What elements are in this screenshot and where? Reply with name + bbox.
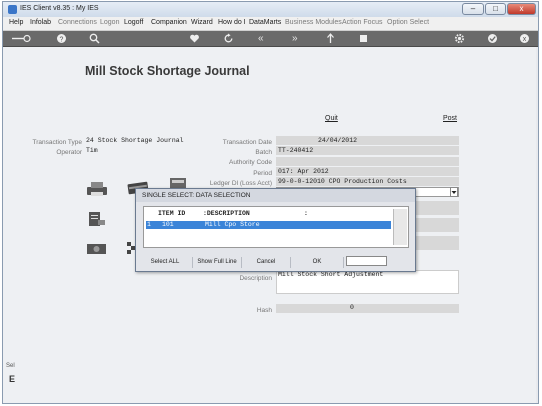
dialog-title: SINGLE SELECT: DATA SELECTION: [136, 189, 415, 202]
ledger-dl-value: 99-0-0-12010 CPO Production Costs: [278, 178, 407, 185]
search-icon[interactable]: [89, 33, 100, 44]
close-window-button[interactable]: x: [507, 3, 536, 15]
hash-field[interactable]: [276, 304, 459, 313]
rewind-icon[interactable]: «: [258, 33, 264, 44]
toolbar: ? « » x: [3, 31, 538, 47]
batch-value: TT-240412: [278, 147, 314, 154]
footer-left-text: Sel: [6, 363, 15, 369]
heart-icon[interactable]: [189, 33, 200, 44]
dialog-input[interactable]: [346, 256, 387, 266]
title-bar: IES Client v8.35 : My IES – □ x: [3, 2, 538, 17]
show-full-line-button[interactable]: Show Full Line: [193, 257, 242, 268]
ledger-dl-label: Ledger Dl (Loss Acct): [209, 180, 272, 187]
menu-wizard[interactable]: Wizard: [191, 19, 213, 26]
help-icon[interactable]: ?: [56, 33, 67, 44]
minimize-button[interactable]: –: [462, 3, 484, 15]
menu-logoff[interactable]: Logoff: [124, 19, 143, 26]
menu-how-do-i[interactable]: How do I: [218, 19, 246, 26]
menu-action-focus[interactable]: Action Focus: [342, 19, 382, 26]
hash-label: Hash: [256, 307, 272, 314]
chevron-down-icon[interactable]: [450, 187, 458, 197]
authority-code-label: Authority Code: [229, 159, 272, 166]
transaction-type-label: Transaction Type: [32, 139, 83, 146]
maximize-button[interactable]: □: [485, 3, 506, 15]
svg-text:x: x: [523, 36, 527, 43]
footer-left-letter: E: [9, 374, 16, 384]
period-value: 017: Apr 2012: [278, 168, 329, 175]
col-item-id: ITEM ID: [158, 210, 186, 217]
transaction-date-label: Transaction Date: [222, 139, 272, 146]
printer-icon[interactable]: [86, 181, 108, 199]
selection-grid: ITEM ID :DESCRIPTION : 1 101 Mill Cpo St…: [143, 206, 409, 248]
ok-button[interactable]: OK: [291, 257, 344, 268]
page-title: Mill Stock Shortage Journal: [85, 64, 250, 78]
cancel-button[interactable]: Cancel: [242, 257, 291, 268]
transaction-date-value: 24/04/2012: [318, 137, 358, 144]
menu-datamarts[interactable]: DataMarts: [249, 19, 281, 26]
col-extra: :: [304, 210, 308, 217]
up-arrow-icon[interactable]: [326, 33, 335, 44]
back-key-icon[interactable]: [11, 33, 31, 44]
table-row[interactable]: 1 101 Mill Cpo Store: [146, 221, 391, 229]
batch-label: Batch: [255, 149, 272, 156]
authority-code-field[interactable]: [276, 157, 459, 166]
menu-infolab[interactable]: Infolab: [30, 19, 51, 26]
row-description: Mill Cpo Store: [205, 221, 260, 228]
col-description: :DESCRIPTION: [203, 210, 250, 217]
hash-value: 0: [350, 304, 354, 311]
stop-icon[interactable]: [358, 33, 369, 44]
row-num: 1: [147, 221, 151, 228]
quit-link[interactable]: Quit: [325, 115, 338, 122]
menu-connections[interactable]: Connections: [58, 19, 97, 26]
menu-bar: Help Infolab Connections Logon Logoff Co…: [3, 17, 538, 31]
settings-icon[interactable]: [454, 33, 465, 44]
operator-value[interactable]: Tim: [86, 147, 98, 154]
menu-option-select[interactable]: Option Select: [387, 19, 429, 26]
svg-text:?: ?: [60, 36, 64, 43]
grid-scrollbar[interactable]: [393, 209, 407, 245]
period-label: Period: [253, 170, 272, 177]
menu-business-modules[interactable]: Business Modules: [285, 19, 342, 26]
close-icon[interactable]: x: [519, 33, 530, 44]
operator-label: Operator: [56, 149, 82, 156]
select-all-button[interactable]: Select ALL: [138, 257, 193, 268]
app-icon: [8, 5, 17, 14]
document-icon[interactable]: [86, 211, 106, 229]
post-link[interactable]: Post: [443, 115, 457, 122]
money-icon[interactable]: [86, 242, 108, 258]
data-selection-dialog: SINGLE SELECT: DATA SELECTION ITEM ID :D…: [135, 188, 416, 272]
refresh-icon[interactable]: [223, 33, 234, 44]
window-title: IES Client v8.35 : My IES: [20, 5, 99, 12]
menu-companion[interactable]: Companion: [151, 19, 187, 26]
menu-logon[interactable]: Logon: [100, 19, 119, 26]
check-icon[interactable]: [487, 33, 498, 44]
transaction-date-field[interactable]: [276, 136, 459, 145]
transaction-type-value[interactable]: 24 Stock Shortage Journal: [86, 137, 184, 144]
description-value: Mill Stock Short Adjustment: [278, 271, 384, 278]
description-label: Description: [239, 275, 272, 282]
row-item-id: 101: [162, 221, 174, 228]
fast-forward-icon[interactable]: »: [292, 33, 298, 44]
menu-help[interactable]: Help: [9, 19, 23, 26]
